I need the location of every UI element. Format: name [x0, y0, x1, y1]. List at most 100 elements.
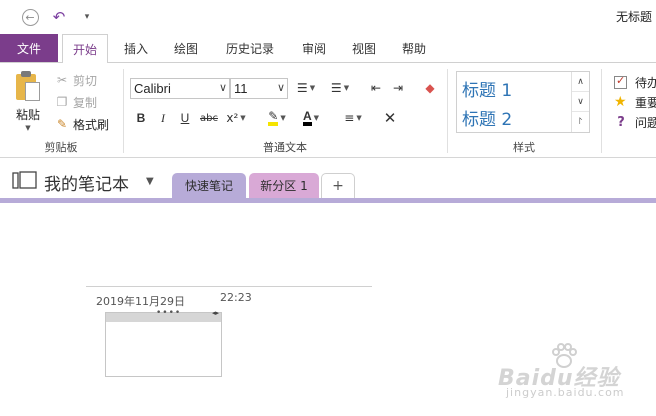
clipboard-group-label: 剪贴板 — [44, 141, 78, 154]
highlight-button[interactable]: ✎ ▼ — [262, 108, 292, 128]
font-name-dropdown[interactable]: Calibri ∨ — [130, 78, 230, 99]
expand-gallery-icon: ⨡ — [578, 117, 583, 127]
tab-review[interactable]: 审阅 — [294, 34, 334, 62]
style-heading-2[interactable]: 标题 2 — [462, 105, 512, 130]
paste-icon — [14, 71, 42, 103]
increase-indent-button[interactable]: ⇥ — [388, 78, 408, 98]
clipboard-group: 粘贴 ▼ ✂ 剪切 ❐ 复制 ✎ 格式刷 剪贴板 — [0, 63, 122, 158]
cut-button[interactable]: ✂ 剪切 — [54, 71, 97, 89]
undo-icon: ↶ — [52, 8, 66, 26]
tab-home[interactable]: 开始 — [62, 34, 108, 63]
superscript-button[interactable]: x² ▼ — [222, 108, 250, 128]
scissors-icon: ✂ — [56, 73, 68, 87]
align-left-icon: ≡ — [344, 111, 355, 125]
customize-quick-access-button[interactable]: ▾ — [79, 7, 95, 27]
page-time: 22:23 — [220, 291, 252, 304]
styles-group-label: 样式 — [513, 141, 535, 154]
paste-button[interactable]: 粘贴 ▼ — [10, 69, 46, 135]
question-icon: ? — [617, 114, 625, 130]
section-tab-new-section[interactable]: 新分区 1 — [249, 173, 319, 198]
styles-scroll: ∧ ∨ ⨡ — [571, 72, 589, 132]
format-painter-button[interactable]: ✎ 格式刷 — [54, 115, 109, 133]
title-bar: ← ↶ ▾ 无标题 — [0, 0, 656, 34]
tag-question[interactable]: ? 问题 — [614, 113, 656, 131]
back-button[interactable]: ← — [20, 7, 40, 27]
chevron-up-icon: ∧ — [577, 76, 584, 87]
tag-important[interactable]: ★ 重要 — [614, 93, 656, 111]
delete-button[interactable]: ✕ — [380, 108, 400, 128]
tag-todo[interactable]: 待办 — [614, 73, 656, 91]
copy-button[interactable]: ❐ 复制 — [54, 93, 97, 111]
style-heading-1[interactable]: 标题 1 — [462, 76, 512, 101]
notebook-name[interactable]: 我的笔记本 — [44, 170, 129, 195]
tag-question-label: 问题 — [635, 115, 656, 130]
cut-label: 剪切 — [73, 73, 98, 88]
note-drag-handle[interactable]: •••• ◂▸ — [106, 308, 221, 322]
font-name-value: Calibri — [134, 81, 171, 96]
section-tab-quick-notes[interactable]: 快速笔记 — [172, 173, 246, 198]
tab-view[interactable]: 视图 — [344, 34, 384, 62]
paste-label: 粘贴 — [15, 108, 40, 122]
basic-text-group: Calibri ∨ 11 ∨ ☰ ▼ ☰ ▼ ⇤ ⇥ ◆ B I U abc x² ▼… — [124, 63, 446, 158]
resize-arrows-icon[interactable]: ◂▸ — [212, 309, 219, 317]
back-arrow-icon: ← — [21, 8, 39, 26]
note-container[interactable]: •••• ◂▸ — [105, 308, 222, 377]
ribbon-tab-row: 文件 开始 插入 绘图 历史记录 审阅 视图 帮助 — [0, 34, 656, 63]
highlighter-icon: ✎ — [268, 110, 279, 126]
close-icon: ✕ — [383, 109, 397, 127]
superscript-label: x² — [226, 111, 239, 125]
bold-button[interactable]: B — [134, 108, 148, 128]
notebook-bar: 我的笔记本 ▼ 快速笔记 新分区 1 + — [0, 158, 656, 198]
paragraph-align-button[interactable]: ≡ ▼ — [338, 108, 368, 128]
window-title: 无标题 — [616, 10, 653, 24]
underline-button[interactable]: U — [178, 108, 192, 128]
chevron-down-icon: ∨ — [577, 96, 584, 107]
indent-icon: ⇥ — [392, 81, 404, 95]
outdent-icon: ⇤ — [370, 81, 382, 95]
strikethrough-button[interactable]: abc — [198, 108, 220, 128]
page-date: 2019年11月29日 — [96, 295, 185, 308]
styles-scroll-down-button[interactable]: ∨ — [572, 92, 589, 112]
tab-history[interactable]: 历史记录 — [218, 34, 282, 62]
basic-text-group-label: 普通文本 — [263, 141, 307, 154]
drag-dots-icon: •••• — [156, 308, 182, 318]
tab-help[interactable]: 帮助 — [394, 34, 434, 62]
checkbox-icon — [614, 74, 627, 89]
tag-todo-label: 待办 — [635, 75, 656, 90]
ribbon: 粘贴 ▼ ✂ 剪切 ❐ 复制 ✎ 格式刷 剪贴板 Calibri ∨ 11 ∨ … — [0, 62, 656, 158]
chevron-down-icon: ∨ — [276, 82, 285, 94]
tab-draw[interactable]: 绘图 — [166, 34, 206, 62]
numbered-list-icon: ☰ — [330, 81, 342, 95]
numbered-list-button[interactable]: ☰ ▼ — [324, 78, 356, 98]
bullet-list-button[interactable]: ☰ ▼ — [290, 78, 322, 98]
chevron-down-icon: ∨ — [218, 82, 227, 94]
clear-formatting-button[interactable]: ◆ — [420, 78, 440, 98]
page-title-underline — [86, 286, 372, 287]
add-section-button[interactable]: + — [321, 173, 355, 198]
tag-important-label: 重要 — [635, 95, 656, 110]
copy-label: 复制 — [73, 95, 98, 110]
notebook-icon — [12, 171, 37, 189]
undo-button[interactable]: ↶ — [49, 7, 69, 27]
decrease-indent-button[interactable]: ⇤ — [366, 78, 386, 98]
bullet-list-icon: ☰ — [296, 81, 308, 95]
tab-file[interactable]: 文件 — [0, 34, 58, 62]
group-divider — [601, 69, 602, 153]
brush-icon: ✎ — [56, 117, 68, 131]
copy-icon: ❐ — [56, 95, 68, 109]
font-size-value: 11 — [234, 81, 248, 96]
font-color-icon: A — [302, 110, 312, 126]
tab-insert[interactable]: 插入 — [116, 34, 156, 62]
chevron-down-icon: ▼ — [25, 124, 31, 132]
eraser-icon: ◆ — [425, 81, 435, 95]
italic-button[interactable]: I — [156, 108, 170, 128]
star-icon: ★ — [614, 94, 627, 110]
styles-expand-button[interactable]: ⨡ — [572, 112, 589, 132]
font-color-button[interactable]: A ▼ — [296, 108, 326, 128]
styles-scroll-up-button[interactable]: ∧ — [572, 72, 589, 92]
watermark: Baidu经验 jingyan.baidu.com — [498, 342, 648, 402]
format-painter-label: 格式刷 — [73, 117, 110, 132]
font-size-dropdown[interactable]: 11 ∨ — [230, 78, 288, 99]
dropdown-caret-icon: ▾ — [84, 12, 90, 22]
chevron-down-icon[interactable]: ▼ — [146, 176, 154, 187]
